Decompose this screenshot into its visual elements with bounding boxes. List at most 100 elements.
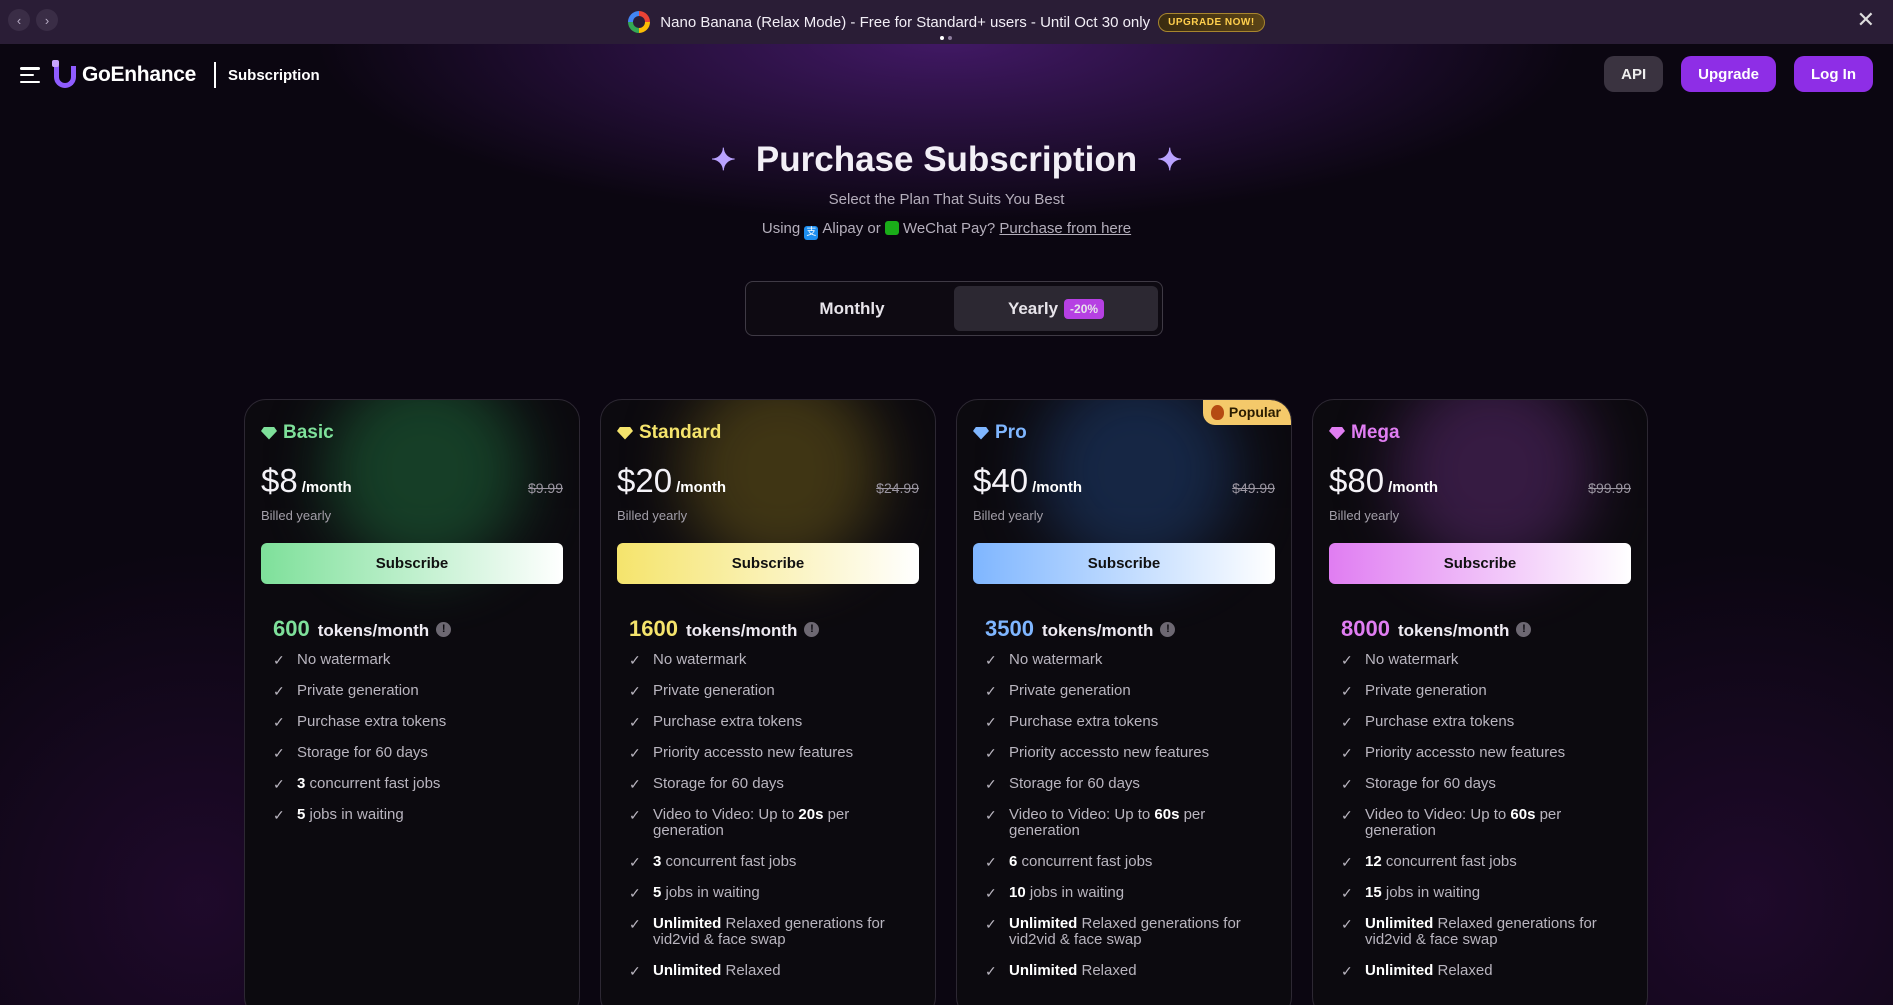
price-period: /month [301,479,352,496]
check-icon: ✓ [985,745,997,761]
feature-item: ✓ Unlimited Relaxed [629,962,919,980]
price-row: $40 /month $49.99 [973,462,1275,500]
feature-text: Private generation [653,682,775,699]
upgrade-button[interactable]: Upgrade [1681,56,1776,92]
menu-icon[interactable] [20,67,40,83]
page-subtitle: Select the Plan That Suits You Best [828,191,1065,208]
page-breadcrumb: Subscription [228,66,320,84]
feature-item: ✓ 5 jobs in waiting [273,806,563,824]
plan-name-text: Mega [1351,422,1400,443]
token-allowance: 1600 tokens/month ! [629,616,919,642]
purchase-here-link[interactable]: Purchase from here [999,220,1131,237]
alipay-label: Alipay or [822,220,881,237]
feature-text: jobs in waiting [305,806,404,823]
check-icon: ✓ [629,776,641,792]
feature-text: Private generation [1009,682,1131,699]
feature-highlight: Unlimited [653,915,722,932]
feature-item: ✓ Priority accessto new features [629,744,919,762]
monthly-tab[interactable]: Monthly [750,286,954,331]
feature-text: Storage for 60 days [1365,775,1496,792]
check-icon: ✓ [985,683,997,699]
feature-list: ✓ No watermark ✓ Private generation ✓ Purchas… [1341,652,1631,980]
check-icon: ✓ [629,807,641,823]
plan-name-text: Pro [995,422,1027,443]
token-allowance: 3500 tokens/month ! [985,616,1275,642]
feature-text: Priority accessto new features [653,744,854,761]
feature-item: ✓ Purchase extra tokens [629,714,919,731]
check-icon: ✓ [629,745,641,761]
banner-upgrade-button[interactable]: UPGRADE NOW! [1158,12,1265,32]
feature-item: ✓ No watermark [273,652,563,669]
feature-item: ✓ Priority accessto new features [985,745,1275,762]
feature-item: ✓ 3 concurrent fast jobs [273,775,563,793]
token-unit: tokens/month [1397,621,1510,640]
check-icon: ✓ [985,885,997,901]
feature-prefix: Video to Video: Up to [1365,806,1511,823]
check-icon: ✓ [1341,714,1353,730]
wechat-icon [884,221,899,235]
feature-text: Private generation [1365,682,1487,699]
feature-highlight: Unlimited [1365,962,1434,979]
chevron-right-icon[interactable]: › [36,9,58,31]
page-title-text: Purchase Subscription [755,140,1138,179]
token-allowance: 8000 tokens/month ! [1341,616,1631,642]
feature-item: ✓ Storage for 60 days [1341,775,1631,793]
check-icon: ✓ [1341,776,1353,792]
goenhance-logo-icon[interactable] [52,60,78,90]
token-unit: tokens/month [1041,621,1154,640]
billing-note: Billed yearly [973,508,1044,523]
feature-item: ✓ 10 jobs in waiting [985,884,1275,902]
feature-list: ✓ No watermark ✓ Private generation ✓ Purchas… [985,652,1275,980]
check-icon: ✓ [985,854,997,870]
feature-item: ✓ Video to Video: Up to 60s per generatio… [1341,807,1631,839]
wechat-label: WeChat Pay? [902,220,996,237]
check-icon: ✓ [273,807,285,823]
brand-name[interactable]: GoEnhance [82,63,196,87]
subscribe-button[interactable]: Subscribe [973,543,1275,584]
api-button[interactable]: API [1604,56,1664,92]
feature-text: Relaxed [1433,962,1493,979]
feature-highlight: 60s [1154,806,1180,823]
feature-highlight: Unlimited [1365,915,1434,932]
check-icon: ✓ [629,652,641,668]
diamond-icon [1329,426,1345,440]
billing-note: Billed yearly [1329,508,1400,523]
token-unit: tokens/month [685,621,798,640]
feature-text: jobs in waiting [1025,884,1125,901]
feature-item: ✓ 15 jobs in waiting [1341,884,1631,902]
yearly-tab[interactable]: Yearly -20% [954,286,1158,331]
close-icon[interactable]: ✕ [1857,9,1875,31]
info-icon[interactable]: ! [1516,621,1532,637]
check-icon: ✓ [273,745,285,761]
feature-highlight: 10 [1009,884,1026,901]
feature-highlight: 15 [1365,884,1382,901]
feature-item: ✓ Storage for 60 days [629,776,919,793]
check-icon: ✓ [629,885,641,901]
banner-text: Nano Banana (Relax Mode) - Free for Stan… [660,13,1151,31]
feature-highlight: 20s [798,806,824,823]
feature-item: ✓ Unlimited Relaxed [1341,962,1631,980]
chevron-left-icon[interactable]: ‹ [8,9,30,31]
feature-text: jobs in waiting [1381,884,1481,901]
subscribe-button[interactable]: Subscribe [1329,543,1631,584]
billing-note: Billed yearly [261,508,332,523]
feature-item: ✓ 12 concurrent fast jobs [1341,854,1631,871]
info-icon[interactable]: ! [1160,621,1176,637]
feature-list: ✓ No watermark ✓ Private generation ✓ Purchas… [629,651,919,980]
feature-text: Relaxed [721,962,781,979]
login-button[interactable]: Log In [1794,56,1873,92]
feature-text: No watermark [653,651,747,668]
feature-item: ✓ Unlimited Relaxed generations for vid2v… [985,916,1275,948]
feature-item: ✓ Priority accessto new features [1341,745,1631,762]
info-icon[interactable]: ! [804,621,820,637]
yearly-label: Yearly [1007,298,1059,318]
feature-highlight: Unlimited [653,962,722,979]
diamond-icon [973,426,989,440]
subscribe-button[interactable]: Subscribe [617,543,919,584]
check-icon: ✓ [629,714,641,730]
token-count: 3500 [985,616,1034,641]
feature-item: ✓ Private generation [273,683,563,700]
subscribe-button[interactable]: Subscribe [261,543,563,584]
info-icon[interactable]: ! [436,621,452,637]
feature-text: concurrent fast jobs [305,775,441,792]
